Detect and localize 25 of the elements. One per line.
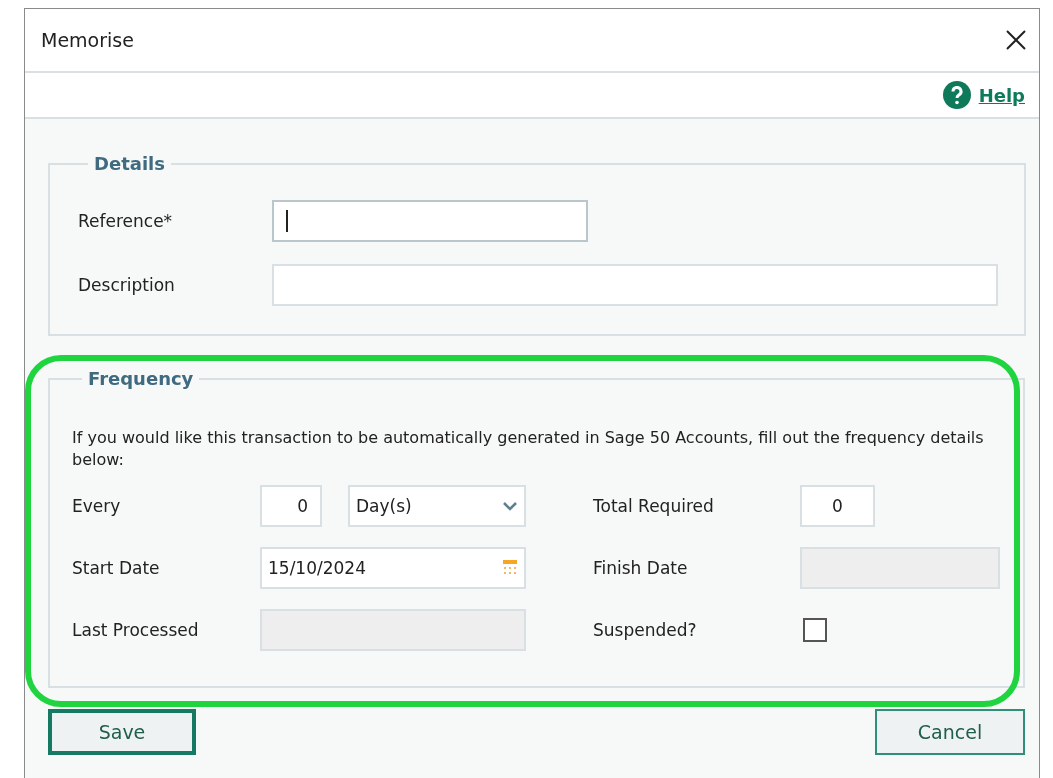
field-label: Total Required xyxy=(593,496,715,516)
checkbox[interactable] xyxy=(803,618,827,642)
text-field[interactable] xyxy=(272,264,998,306)
help-link[interactable]: Help xyxy=(978,84,1025,106)
field-label: Reference* xyxy=(78,211,174,231)
field-label: Start Date xyxy=(72,558,161,578)
date-field[interactable]: 15/10/2024 xyxy=(260,547,526,589)
group-title: Details xyxy=(93,153,166,174)
dialog-button[interactable]: Save xyxy=(48,709,196,755)
instruction-text: If you would like this transaction to be automatically generated in Sage 50 Accounts, fill out the frequency details below: xyxy=(72,427,985,471)
window-title: Memorise xyxy=(41,29,134,51)
text-field[interactable] xyxy=(272,200,588,242)
field-label: Suspended? xyxy=(593,620,698,640)
number-field[interactable]: 0 xyxy=(800,485,875,527)
number-field[interactable]: 0 xyxy=(260,485,322,527)
dialog-button[interactable]: Cancel xyxy=(875,709,1025,755)
close-icon[interactable] xyxy=(1005,29,1027,51)
field-label: Last Processed xyxy=(72,620,200,640)
field-label: Finish Date xyxy=(593,558,689,578)
field-label: Every xyxy=(72,496,122,516)
dropdown[interactable]: Day(s) xyxy=(348,485,526,527)
group-title: Frequency xyxy=(87,368,195,389)
field-label: Description xyxy=(78,275,176,295)
chevron-down-icon xyxy=(502,501,518,511)
help-icon[interactable] xyxy=(942,81,971,109)
